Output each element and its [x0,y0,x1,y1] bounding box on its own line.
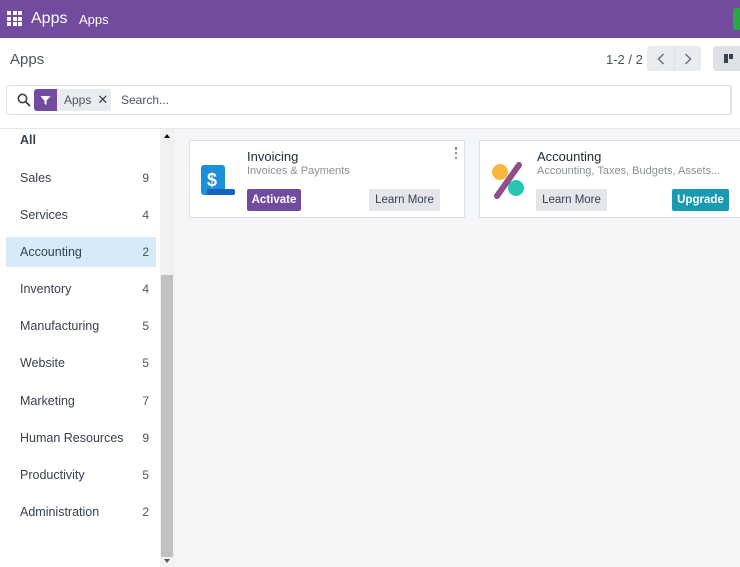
scroll-down-icon[interactable] [164,559,170,563]
search-bar: Apps ✕ [6,85,732,115]
sidebar-item-count: 2 [142,245,149,259]
sidebar-item-count: 5 [142,319,149,333]
sidebar-item-label: Sales [20,171,52,185]
learn-more-button[interactable]: Learn More [369,189,440,211]
app-launcher-icon[interactable] [7,11,22,26]
sidebar-item-marketing[interactable]: Marketing 7 [6,386,156,416]
search-facet: Apps ✕ [34,89,112,111]
sidebar-item-label: All [20,133,36,147]
search-icon[interactable] [17,93,31,107]
navbar-brand[interactable]: Apps [31,10,67,28]
sidebar-item-count: 5 [142,356,149,370]
sidebar-item-count: 7 [142,394,149,408]
sidebar-item-label: Accounting [20,245,82,259]
card-title: Invoicing [247,149,299,164]
sidebar-item-human-resources[interactable]: Human Resources 9 [6,423,156,453]
sidebar-item-website[interactable]: Website 5 [6,348,156,378]
card-menu-icon[interactable] [454,147,458,159]
search-input[interactable] [121,90,721,110]
sidebar-item-all[interactable]: All [6,125,156,155]
sidebar-item-label: Inventory [20,282,72,296]
sidebar-item-manufacturing[interactable]: Manufacturing 5 [6,311,156,341]
facet-remove-icon[interactable]: ✕ [97,92,111,108]
sidebar-item-sales[interactable]: Sales 9 [6,163,156,193]
facet-label: Apps [64,93,92,107]
chevron-right-icon [684,52,692,65]
scrollbar-thumb[interactable] [161,275,173,557]
sidebar-scrollbar[interactable] [160,129,175,567]
pager-value[interactable]: 1-2 / 2 [606,52,643,67]
chevron-left-icon [656,52,664,65]
kanban-icon [724,54,728,63]
sidebar-item-inventory[interactable]: Inventory 4 [6,274,156,304]
sidebar-item-count: 4 [142,208,149,222]
sidebar-item-count: 5 [142,468,149,482]
sidebar-item-label: Human Resources [20,431,124,445]
app-card-invoicing[interactable]: $ Invoicing Invoices & Payments Activate… [189,140,465,218]
sidebar-item-count: 2 [142,505,149,519]
activate-button[interactable]: Activate [247,189,301,211]
invoicing-icon: $ [201,165,235,195]
kanban-view-button[interactable] [713,46,740,71]
app-kanban-area: $ Invoicing Invoices & Payments Activate… [175,129,740,567]
sidebar-item-label: Manufacturing [20,319,100,333]
filter-icon [34,89,57,111]
sidebar-item-count: 4 [142,282,149,296]
card-summary: Invoices & Payments [247,165,350,177]
sidebar-item-label: Website [20,356,65,370]
sidebar-item-label: Productivity [20,468,85,482]
navbar-menu-apps[interactable]: Apps [79,12,109,27]
app-card-accounting[interactable]: Accounting Accounting, Taxes, Budgets, A… [479,140,740,218]
sidebar-item-label: Administration [20,505,100,519]
sidebar-item-services[interactable]: Services 4 [6,200,156,230]
scroll-up-icon[interactable] [164,134,170,138]
card-title: Accounting [537,149,602,164]
accounting-icon [492,162,524,199]
sidebar-item-administration[interactable]: Administration 2 [6,497,156,527]
category-sidebar: All Sales 9 Services 4 Accounting 2 Inve… [0,129,160,567]
card-summary: Accounting, Taxes, Budgets, Assets... [537,165,721,177]
sidebar-item-label: Services [20,208,68,222]
sidebar-item-count: 9 [142,431,149,445]
breadcrumb: Apps [10,51,45,68]
search-divider [730,85,731,115]
pager-next-button[interactable] [674,46,701,71]
sidebar-item-count: 9 [142,171,149,185]
upgrade-button[interactable]: Upgrade [672,189,729,211]
sidebar-item-productivity[interactable]: Productivity 5 [6,460,156,490]
sidebar-item-accounting[interactable]: Accounting 2 [6,237,156,267]
pager-previous-button[interactable] [647,46,674,71]
top-navbar: Apps Apps [0,0,740,38]
svg-text:$: $ [207,170,217,190]
navbar-status-button[interactable] [733,8,740,30]
learn-more-button[interactable]: Learn More [536,189,607,211]
sidebar-item-label: Marketing [20,394,75,408]
